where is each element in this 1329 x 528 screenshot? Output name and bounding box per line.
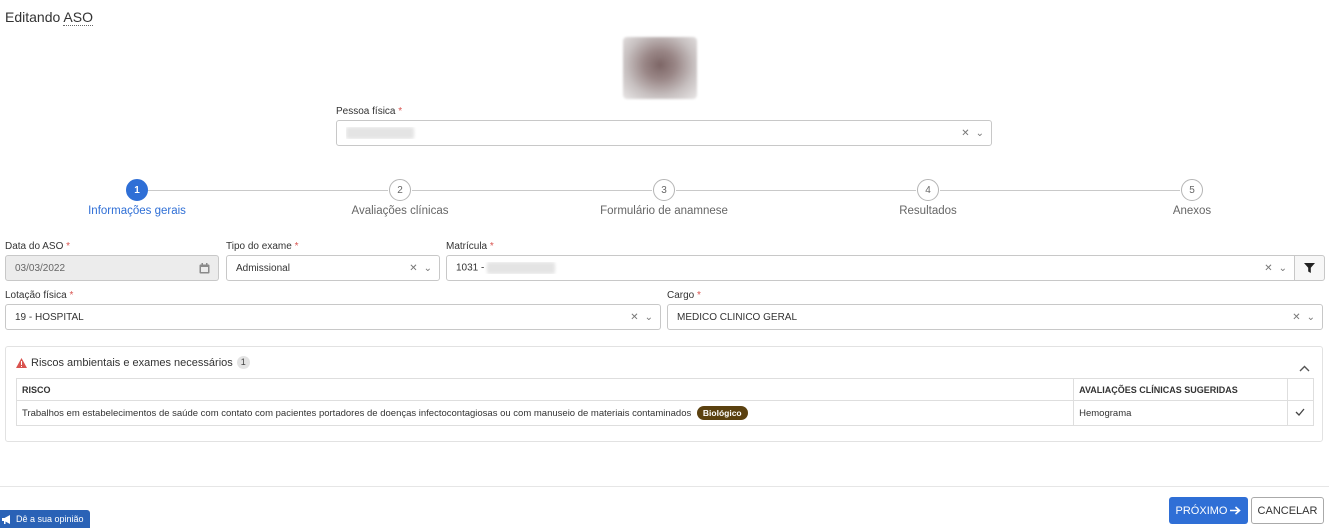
clear-x-icon[interactable]: ✕ xyxy=(1264,263,1272,274)
filter-icon[interactable] xyxy=(1294,255,1325,281)
column-header-avaliacoes: AVALIAÇÕES CLÍNICAS SUGERIDAS xyxy=(1073,378,1288,401)
redacted-name xyxy=(346,127,414,139)
arrow-right-icon xyxy=(1230,506,1242,515)
data-aso-field: 03/03/2022 xyxy=(5,255,192,281)
matricula-select[interactable]: 1031 - ✕ ⌄ xyxy=(446,255,1295,281)
table-row: Trabalhos em estabelecimentos de saúde c… xyxy=(15,400,1315,426)
feedback-button[interactable]: Dê a sua opinião xyxy=(0,510,90,528)
risks-count-badge: 1 xyxy=(236,356,250,369)
step-2-circle[interactable]: 2 xyxy=(389,179,411,201)
step-1-label[interactable]: Informações gerais xyxy=(88,205,186,217)
lotacao-select[interactable]: 19 - HOSPITAL ✕ ⌄ xyxy=(5,304,661,330)
chevron-down-icon[interactable]: ⌄ xyxy=(424,263,432,274)
step-4-label[interactable]: Resultados xyxy=(899,205,957,217)
risks-header[interactable]: Riscos ambientais e exames necessários 1 xyxy=(16,356,250,369)
wizard-stepper: 1 2 3 4 5 Informações gerais Avaliações … xyxy=(0,178,1329,222)
step-5-label[interactable]: Anexos xyxy=(1173,205,1211,217)
step-5-circle[interactable]: 5 xyxy=(1181,179,1203,201)
avaliacao-cell: Hemograma xyxy=(1073,400,1288,426)
clear-x-icon[interactable]: ✕ xyxy=(409,263,417,274)
step-1-circle[interactable]: 1 xyxy=(126,179,148,201)
pessoa-fisica-select[interactable]: ✕ ⌄ xyxy=(336,120,992,146)
risco-cell: Trabalhos em estabelecimentos de saúde c… xyxy=(15,400,1075,426)
megaphone-icon xyxy=(2,514,10,524)
cancel-button[interactable]: CANCELAR xyxy=(1251,497,1324,524)
risks-title: Riscos ambientais e exames necessários xyxy=(31,356,233,369)
table-header-row: RISCO AVALIAÇÕES CLÍNICAS SUGERIDAS xyxy=(15,378,1315,401)
redacted-matricula xyxy=(487,262,556,274)
chevron-down-icon[interactable]: ⌄ xyxy=(1307,312,1315,323)
step-4-circle[interactable]: 4 xyxy=(917,179,939,201)
step-3-circle[interactable]: 3 xyxy=(653,179,675,201)
step-3-label[interactable]: Formulário de anamnese xyxy=(600,205,728,217)
cargo-label: Cargo * xyxy=(667,290,701,301)
chevron-up-icon[interactable] xyxy=(1299,359,1310,377)
step-connector xyxy=(148,190,388,191)
person-photo xyxy=(623,37,697,99)
next-button[interactable]: PRÓXIMO xyxy=(1169,497,1248,524)
risks-panel: Riscos ambientais e exames necessários 1… xyxy=(5,346,1323,442)
risks-table: RISCO AVALIAÇÕES CLÍNICAS SUGERIDAS Trab… xyxy=(15,378,1315,426)
chevron-down-icon[interactable]: ⌄ xyxy=(1279,263,1287,274)
clear-x-icon[interactable]: ✕ xyxy=(630,312,638,323)
data-aso-label: Data do ASO * xyxy=(5,241,71,252)
check-icon[interactable] xyxy=(1286,400,1315,426)
step-connector xyxy=(940,190,1180,191)
cargo-select[interactable]: MEDICO CLINICO GERAL ✕ ⌄ xyxy=(667,304,1323,330)
tipo-exame-label: Tipo do exame * xyxy=(226,241,299,252)
biologico-badge: Biológico xyxy=(696,406,748,420)
pessoa-fisica-label: Pessoa física * xyxy=(336,106,403,117)
warning-triangle-icon xyxy=(16,357,27,368)
column-header-risco: RISCO xyxy=(15,378,1075,401)
page-title: Editando ASO xyxy=(5,9,93,26)
column-header-check xyxy=(1286,378,1315,401)
tipo-exame-select[interactable]: Admissional ✕ ⌄ xyxy=(226,255,440,281)
step-connector xyxy=(412,190,652,191)
matricula-label: Matrícula * xyxy=(446,241,494,252)
page-title-acronym: ASO xyxy=(63,9,93,26)
clear-x-icon[interactable]: ✕ xyxy=(961,128,969,139)
lotacao-label: Lotação física * xyxy=(5,290,74,301)
calendar-icon[interactable] xyxy=(191,255,219,281)
chevron-down-icon[interactable]: ⌄ xyxy=(645,312,653,323)
footer-divider xyxy=(0,486,1329,487)
chevron-down-icon[interactable]: ⌄ xyxy=(976,128,984,139)
page-title-prefix: Editando xyxy=(5,9,64,25)
step-connector xyxy=(676,190,916,191)
clear-x-icon[interactable]: ✕ xyxy=(1292,312,1300,323)
step-2-label[interactable]: Avaliações clínicas xyxy=(352,205,449,217)
